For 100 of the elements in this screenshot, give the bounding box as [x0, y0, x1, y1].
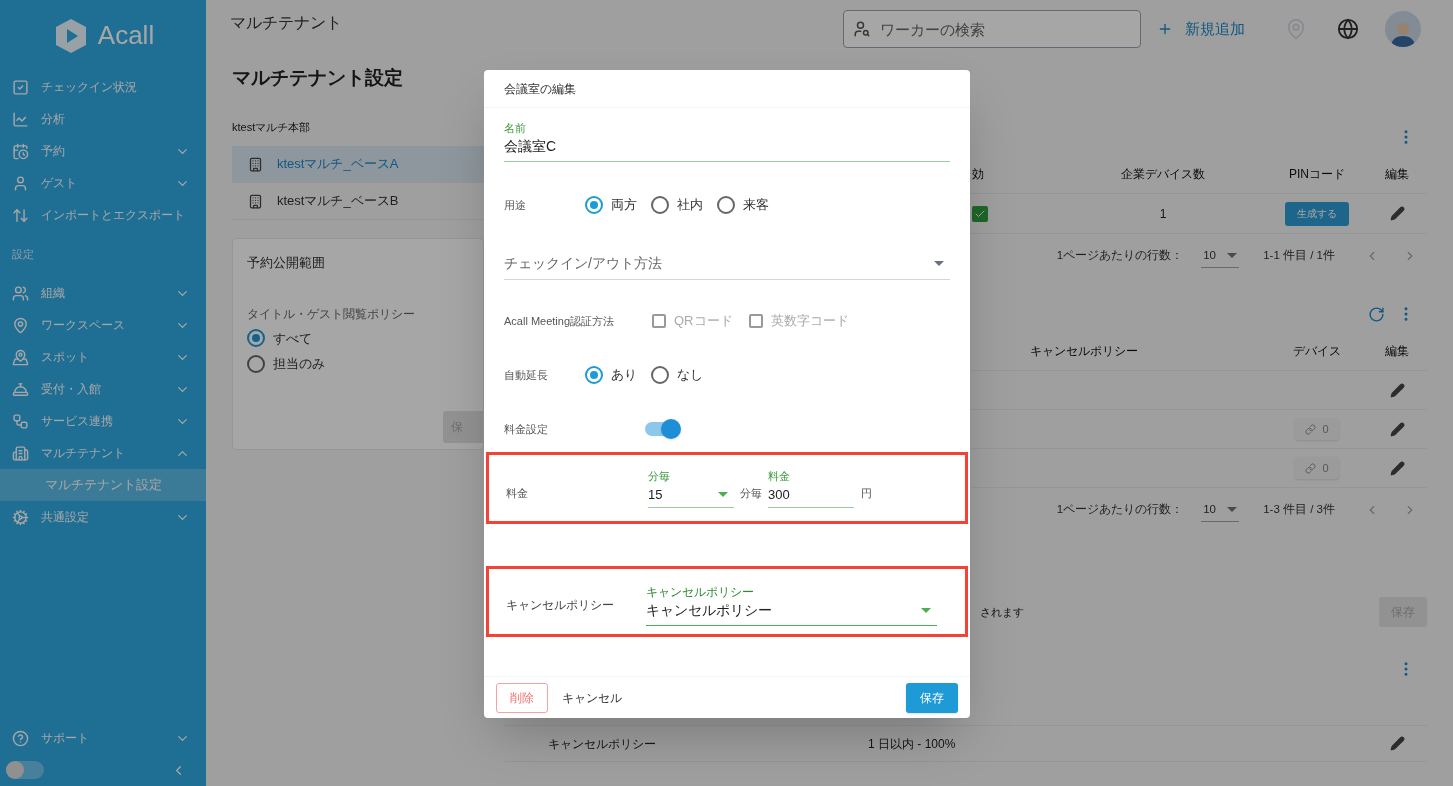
column-header: 編集: [1385, 342, 1409, 360]
sidebar-item-icon: [12, 316, 29, 334]
base-list-item[interactable]: ktestマルチ_ベースA: [232, 146, 484, 183]
currency-label: 円: [861, 485, 872, 501]
checkin-method-select[interactable]: チェックイン/アウト方法: [504, 248, 950, 280]
dialog-title: 会議室の編集: [504, 80, 576, 98]
edit-icon[interactable]: [1389, 460, 1405, 476]
globe-icon[interactable]: [1337, 18, 1359, 40]
field-label: 自動延長: [504, 367, 549, 383]
rows-per-page-select[interactable]: 10: [1201, 244, 1240, 268]
organization-label: ktestマルチ本部: [232, 121, 311, 133]
sidebar-item-icon: [12, 508, 29, 526]
sidebar-item[interactable]: 分析: [0, 103, 206, 135]
sidebar-item-icon: [12, 174, 29, 192]
radio-option[interactable]: 担当のみ: [247, 354, 483, 374]
radio-option[interactable]: すべて: [247, 328, 483, 348]
cancel-button[interactable]: キャンセル: [562, 682, 622, 713]
refresh-icon[interactable]: [1368, 305, 1385, 323]
name-field[interactable]: 名前 会議室C: [504, 122, 950, 162]
column-header: PINコード: [1289, 165, 1345, 183]
add-button[interactable]: 新規追加: [1157, 17, 1245, 41]
table-cell-text: 1 日以内 - 100%: [868, 735, 957, 753]
edit-icon[interactable]: [1389, 206, 1405, 221]
generate-pin-button[interactable]: 生成する: [1285, 201, 1349, 226]
field-label: 料金: [506, 485, 529, 501]
fee-amount-field[interactable]: 料金 300: [768, 468, 854, 508]
interval-select[interactable]: 分毎 15: [648, 468, 734, 508]
section-label: 設定: [12, 246, 34, 262]
sidebar-item[interactable]: インポートとエクスポート: [0, 199, 206, 231]
rows-per-page-select[interactable]: 10: [1201, 498, 1240, 522]
radio-option[interactable]: あり: [585, 365, 637, 385]
column-header: デバイス: [1293, 342, 1341, 360]
cancel-policy-select[interactable]: キャンセルポリシー キャンセルポリシー: [646, 577, 937, 626]
delete-button[interactable]: 削除: [496, 682, 548, 713]
radio-option[interactable]: 社内: [651, 195, 703, 215]
enabled-checkbox[interactable]: [972, 205, 988, 222]
sidebar-item[interactable]: ワークスペース: [0, 309, 206, 341]
dropdown-caret-icon: [1227, 253, 1238, 258]
sidebar-item[interactable]: サービス連携: [0, 405, 206, 437]
dropdown-caret-icon: [1227, 507, 1238, 512]
sidebar-item[interactable]: ゲスト: [0, 167, 206, 199]
dropdown-caret-icon: [921, 607, 931, 613]
column-header: 編集: [1385, 165, 1409, 183]
edit-icon[interactable]: [1389, 736, 1405, 751]
page-range: 1-3 件目 / 3件: [1263, 502, 1335, 518]
link-icon: [1305, 423, 1317, 435]
policy-label: タイトル・ゲスト閲覧ポリシー: [247, 305, 416, 323]
sidebar-item[interactable]: スポット: [0, 341, 206, 373]
device-link-chip[interactable]: 0: [1295, 457, 1339, 479]
radio-option[interactable]: 来客: [717, 195, 769, 215]
sidebar-item-icon: [12, 412, 29, 430]
rows-per-page-label: 1ページあたりの行数：: [1056, 502, 1184, 518]
sidebar-item[interactable]: チェックイン状況: [0, 71, 206, 103]
dropdown-caret-icon: [934, 261, 944, 266]
plus-icon: [1157, 21, 1173, 37]
radio-option[interactable]: 両方: [585, 195, 637, 215]
sidebar-item[interactable]: サポート: [0, 722, 206, 754]
column-header: 企業デバイス数: [1121, 165, 1205, 183]
sidebar-item-icon: [12, 206, 29, 224]
sidebar-item-icon: [12, 78, 29, 96]
page-title: マルチテナント: [230, 13, 342, 33]
search-icon: [853, 20, 871, 38]
building-icon: [248, 156, 263, 172]
sidebar-item[interactable]: マルチテナント: [0, 437, 206, 469]
sidebar-item-icon: [12, 729, 29, 747]
search-field[interactable]: ワーカーの検索: [843, 10, 1141, 48]
dropdown-caret-icon: [718, 491, 728, 497]
sidebar-item-icon: [12, 348, 29, 366]
column-header: キャンセルポリシー: [1030, 342, 1139, 360]
device-link-chip[interactable]: 0: [1295, 418, 1339, 440]
edit-icon[interactable]: [1389, 421, 1405, 437]
sidebar-item[interactable]: 予約: [0, 135, 206, 167]
interval-suffix: 分毎: [740, 485, 762, 501]
sidebar-item-icon: [12, 110, 29, 128]
field-label: キャンセルポリシー: [506, 596, 615, 614]
link-icon: [1305, 462, 1317, 474]
column-header: 効: [972, 165, 985, 183]
table-cell-text: キャンセルポリシー: [548, 735, 657, 753]
policy-note: されます: [980, 604, 1024, 620]
rows-per-page-label: 1ページあたりの行数：: [1056, 248, 1184, 264]
building-icon: [248, 193, 263, 209]
sidebar-item[interactable]: 組織: [0, 277, 206, 309]
sidebar-item-icon: [12, 142, 29, 160]
sidebar-subitem[interactable]: マルチテナント設定: [0, 469, 206, 501]
radio-option[interactable]: なし: [651, 365, 703, 385]
field-label: Acall Meeting認証方法: [504, 313, 616, 329]
edit-icon[interactable]: [1389, 382, 1405, 398]
sidebar-item-icon: [12, 444, 29, 462]
field-label: 用途: [504, 197, 527, 213]
sidebar-item[interactable]: 受付・入館: [0, 373, 206, 405]
table-cell-text: 1: [1159, 205, 1167, 223]
page-range: 1-1 件目 / 1件: [1263, 248, 1335, 264]
field-label: 料金設定: [504, 421, 549, 437]
page-heading: マルチテナント設定: [232, 66, 404, 90]
logo-text: Acall: [97, 19, 155, 52]
sidebar-item[interactable]: 共通設定: [0, 501, 206, 533]
save-button[interactable]: 保存: [906, 682, 958, 713]
sidebar-item-icon: [12, 380, 29, 398]
avatar[interactable]: [1385, 11, 1421, 47]
card-title: 予約公開範囲: [247, 254, 326, 272]
